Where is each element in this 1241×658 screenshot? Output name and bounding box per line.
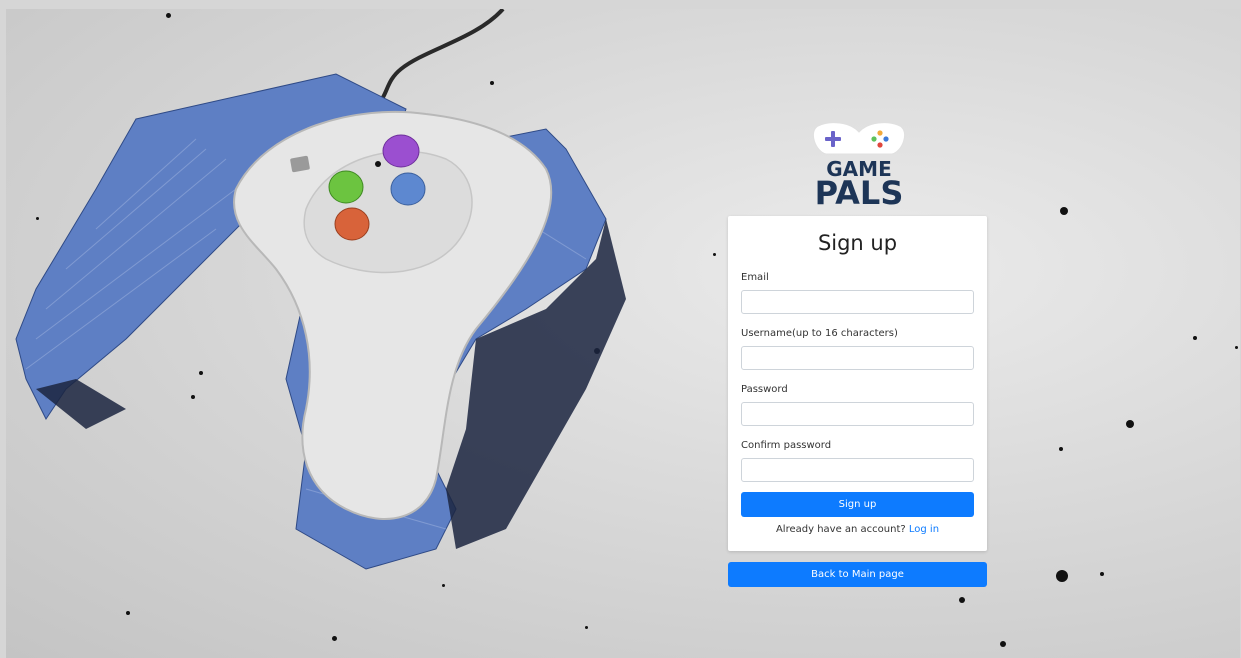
login-link[interactable]: Log in: [909, 524, 939, 535]
signup-card: Sign up Email Username(up to 16 characte…: [728, 216, 987, 551]
confirm-password-field[interactable]: [741, 458, 974, 482]
email-field[interactable]: [741, 290, 974, 314]
username-label: Username(up to 16 characters): [741, 328, 898, 339]
email-label: Email: [741, 272, 769, 283]
password-field[interactable]: [741, 402, 974, 426]
back-to-main-button[interactable]: Back to Main page: [728, 562, 987, 587]
account-prompt-text: Already have an account?: [775, 524, 906, 535]
signup-button[interactable]: Sign up: [741, 492, 974, 517]
logo-word-pals: PALS: [815, 174, 904, 210]
login-prompt: Already have an account? Log in: [728, 524, 987, 535]
background-image: [6, 9, 1240, 658]
password-label: Password: [741, 384, 788, 395]
game-controller-illustration: [15, 9, 626, 570]
game-pals-logo: GAME PALS: [813, 122, 905, 210]
username-field[interactable]: [741, 346, 974, 370]
signup-title: Sign up: [817, 231, 898, 255]
confirm-password-label: Confirm password: [741, 440, 832, 451]
